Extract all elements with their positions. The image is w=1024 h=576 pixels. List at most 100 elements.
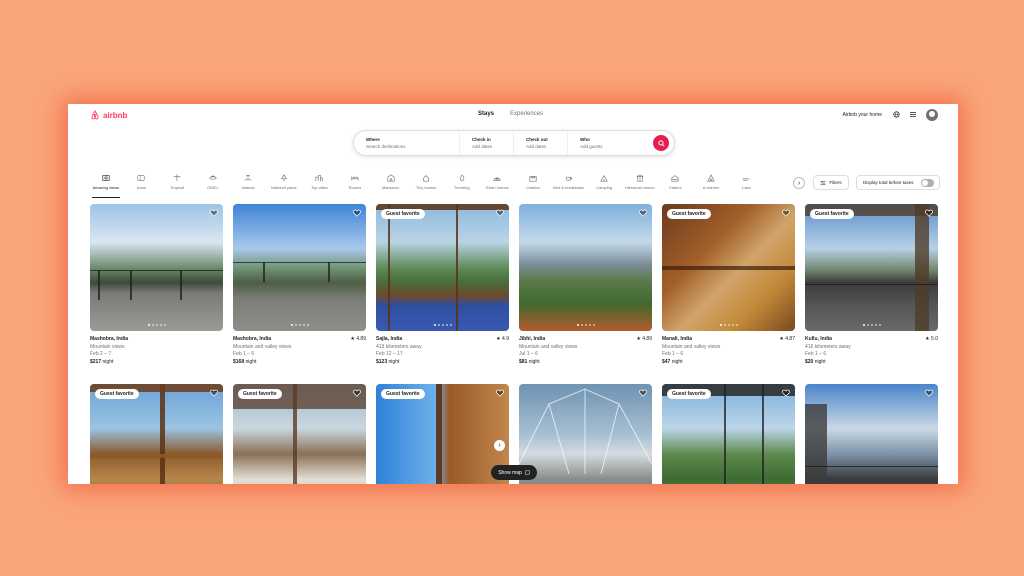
- search-bar[interactable]: Where Search destinations Check in Add d…: [353, 130, 675, 156]
- price-amount: $81: [519, 358, 528, 365]
- category-bar: Amazing views Icons Tropical OMG! Islands Nat…: [88, 174, 764, 198]
- category-label: A-frames: [702, 185, 719, 190]
- rating-value: 4.87: [785, 336, 795, 342]
- listing-photo[interactable]: [519, 204, 652, 331]
- listing-card[interactable]: Guest favorite Sajla, India 413 kilometers…: [376, 204, 509, 366]
- globe-icon[interactable]: [893, 111, 900, 118]
- category-label: OMG!: [207, 185, 218, 190]
- tab-experiences[interactable]: Experiences: [510, 111, 543, 117]
- listing-card[interactable]: Guest favorite Manali, India Mountain and …: [662, 204, 795, 366]
- heart-icon[interactable]: [496, 389, 504, 397]
- heart-icon[interactable]: [639, 209, 647, 217]
- category-item[interactable]: National parks: [266, 174, 302, 198]
- heart-icon[interactable]: [782, 389, 790, 397]
- heart-icon[interactable]: [210, 209, 218, 217]
- heart-icon[interactable]: [925, 209, 933, 217]
- toggle-switch[interactable]: [921, 179, 934, 187]
- category-item[interactable]: Camping: [586, 174, 622, 198]
- category-label: National parks: [270, 185, 297, 190]
- category-item[interactable]: Rooms: [337, 174, 373, 198]
- flame-icon: [459, 174, 464, 182]
- listing-photo[interactable]: Guest favorite ›: [376, 384, 509, 484]
- category-item[interactable]: Icons: [124, 174, 160, 198]
- heart-icon[interactable]: [925, 389, 933, 397]
- listing-card[interactable]: Guest favorite: [233, 384, 366, 484]
- airbnb-logo[interactable]: airbnb: [90, 110, 127, 120]
- who-field[interactable]: Who Add guests: [567, 131, 653, 155]
- listing-photo[interactable]: Guest favorite: [376, 204, 509, 331]
- listing-photo[interactable]: [805, 384, 938, 484]
- heart-icon[interactable]: [782, 209, 790, 217]
- cabin-icon: [671, 175, 679, 182]
- listing-card[interactable]: Guest favorite: [90, 384, 223, 484]
- listing-card[interactable]: Guest favorite Kullu, India 416 kilometers…: [805, 204, 938, 366]
- listing-photo[interactable]: [90, 204, 223, 331]
- category-label: Tropical: [169, 185, 185, 190]
- menu-icon[interactable]: [910, 112, 916, 117]
- category-item[interactable]: Amazing views: [88, 174, 124, 198]
- listing-photo[interactable]: Guest favorite: [233, 384, 366, 484]
- who-label: Who: [580, 137, 590, 142]
- castle-icon: [529, 176, 537, 182]
- listing-card[interactable]: Guest favorite ›: [376, 384, 509, 484]
- photo-dots: [719, 324, 738, 326]
- photo-next-button[interactable]: ›: [494, 440, 505, 451]
- listing-price: $20 night: [805, 359, 938, 367]
- category-item[interactable]: OMG!: [195, 174, 231, 198]
- category-item[interactable]: Bed & breakfasts: [551, 174, 587, 198]
- category-item[interactable]: Top cities: [302, 174, 338, 198]
- column-icon: [636, 174, 644, 182]
- search-button[interactable]: [653, 135, 669, 151]
- heart-icon[interactable]: [639, 389, 647, 397]
- listing-photo[interactable]: Guest favorite: [90, 384, 223, 484]
- listing-price: $168 night: [233, 359, 366, 367]
- listing-photo[interactable]: [519, 384, 652, 484]
- category-label: Trending: [453, 185, 470, 190]
- listing-card[interactable]: Mashobra, India Mountain and valley views…: [233, 204, 366, 366]
- heart-icon[interactable]: [210, 389, 218, 397]
- checkin-field[interactable]: Check in Add dates: [459, 131, 513, 155]
- rating-value: 5.0: [931, 336, 938, 342]
- photo-dots: [147, 324, 166, 326]
- listing-photo[interactable]: Guest favorite: [805, 204, 938, 331]
- category-item[interactable]: Historical homes: [622, 174, 658, 198]
- filters-button[interactable]: Filters: [813, 175, 849, 190]
- tab-stays[interactable]: Stays: [478, 111, 494, 117]
- listing-card[interactable]: Jibhi, India Mountain and valley views Jul…: [519, 204, 652, 366]
- guest-favorite-badge: Guest favorite: [381, 389, 425, 399]
- heart-icon[interactable]: [496, 209, 504, 217]
- heart-icon[interactable]: [353, 389, 361, 397]
- avatar[interactable]: [926, 109, 938, 121]
- listing-card[interactable]: [519, 384, 652, 484]
- listing-info: Mashobra, India Mountain and valley views…: [233, 336, 366, 366]
- category-item[interactable]: Islands: [230, 174, 266, 198]
- listing-location: Manali, India: [662, 336, 693, 342]
- filters-label: Filters: [829, 180, 842, 185]
- listing-card[interactable]: [805, 384, 938, 484]
- who-placeholder: Add guests: [580, 144, 603, 149]
- category-item[interactable]: Mansions: [373, 174, 409, 198]
- total-price-toggle[interactable]: Display total before taxes: [856, 175, 940, 190]
- category-item[interactable]: Trending: [444, 174, 480, 198]
- host-link[interactable]: Airbnb your home: [843, 112, 882, 118]
- listing-info: Sajla, India 413 kilometers away Feb 12 – …: [376, 336, 509, 366]
- category-item[interactable]: A-frames: [693, 174, 729, 198]
- category-label: Bed & breakfasts: [553, 185, 584, 190]
- heart-icon[interactable]: [353, 209, 361, 217]
- listing-photo[interactable]: [233, 204, 366, 331]
- where-placeholder: Search destinations: [366, 144, 406, 149]
- category-next-button[interactable]: ›: [793, 177, 805, 189]
- category-item[interactable]: Tiny homes: [408, 174, 444, 198]
- category-item[interactable]: Tropical: [159, 174, 195, 198]
- category-item[interactable]: Lake: [729, 174, 765, 198]
- listing-photo[interactable]: Guest favorite: [662, 204, 795, 331]
- checkout-field[interactable]: Check out Add dates: [513, 131, 567, 155]
- show-map-button[interactable]: Show map: [491, 465, 537, 480]
- where-field[interactable]: Where Search destinations: [354, 131, 459, 155]
- listing-photo[interactable]: Guest favorite: [662, 384, 795, 484]
- listing-card[interactable]: Mashobra, India Mountain views Feb 2 – 7 $2…: [90, 204, 223, 366]
- listing-card[interactable]: Guest favorite: [662, 384, 795, 484]
- category-item[interactable]: Cabins: [658, 174, 694, 198]
- category-item[interactable]: Castles: [515, 174, 551, 198]
- category-item[interactable]: Earth homes: [480, 174, 516, 198]
